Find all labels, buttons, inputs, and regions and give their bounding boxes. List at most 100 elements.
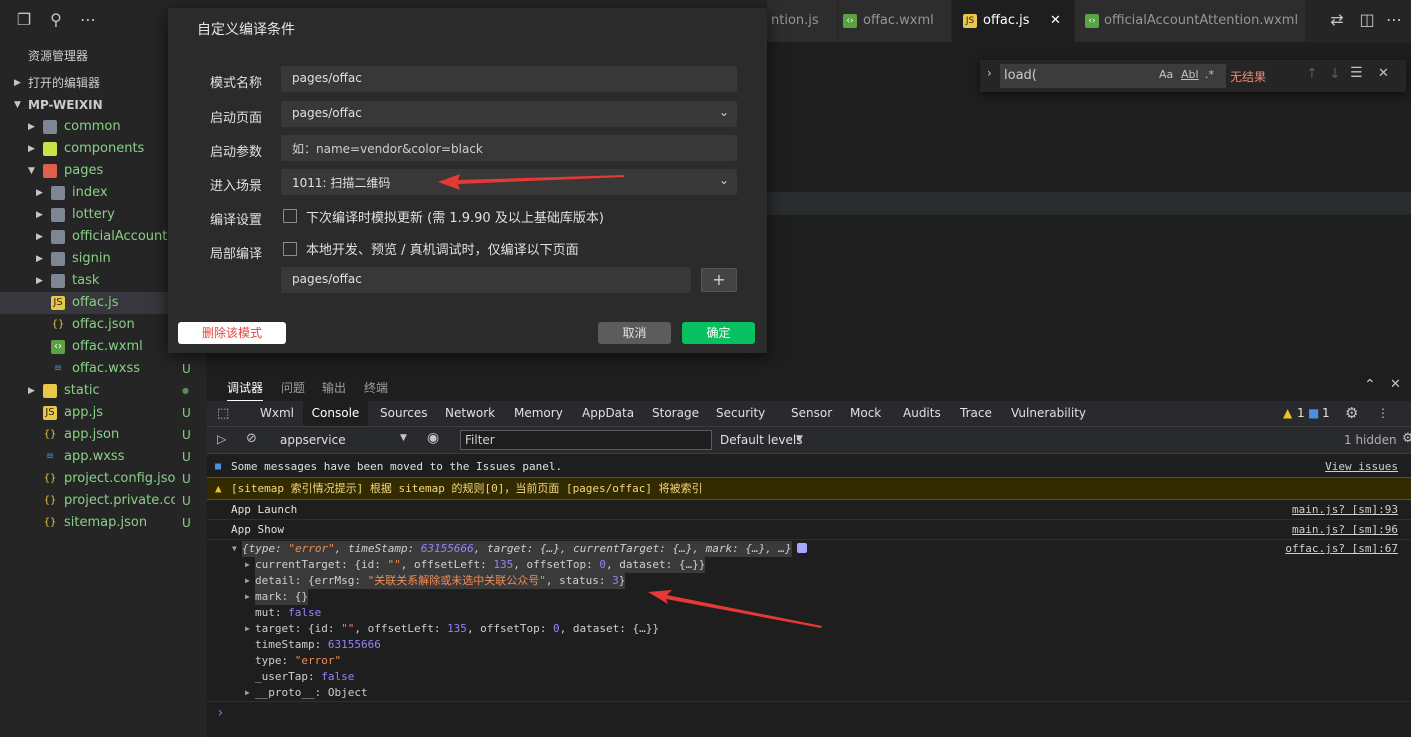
tab-notion-js[interactable]: ntion.js [767, 0, 838, 42]
cancel-button[interactable]: 取消 [598, 322, 671, 344]
close-icon[interactable]: ✕ [1390, 377, 1401, 392]
wxss-file-icon: ≡ [45, 451, 55, 462]
tab-memory[interactable]: Memory [514, 401, 563, 426]
tab-problems[interactable]: 问题 [281, 379, 305, 396]
close-icon[interactable]: ✕ [1378, 66, 1389, 81]
regex-icon[interactable]: .* [1205, 68, 1214, 81]
tab-console[interactable]: Console [303, 401, 368, 426]
warning-icon[interactable]: ▲ [1283, 401, 1292, 426]
tab-storage[interactable]: Storage [652, 401, 699, 426]
delete-mode-button[interactable]: 删除该模式 [178, 322, 286, 344]
tree-item-app-json[interactable]: {} app.json U [0, 424, 207, 446]
chevron-right-icon[interactable]: › [987, 66, 992, 80]
tab-appdata[interactable]: AppData [582, 401, 634, 426]
tree-item-label: officialAccount... [72, 229, 175, 244]
sidebar-toggle-icon[interactable]: ▷ [217, 432, 226, 446]
tab-sensor[interactable]: Sensor [791, 401, 832, 426]
source-link[interactable]: offac.js? [sm]:67 [1285, 541, 1398, 557]
partial-compile-checkbox[interactable] [283, 242, 297, 256]
tab-mock[interactable]: Mock [850, 401, 881, 426]
console-toolbar: ▷ ⊘ appservice ▼ ◉ Filter Default levels… [207, 427, 1411, 454]
tree-item-static[interactable]: ▶ static ● [0, 380, 207, 402]
message-count[interactable]: 1 [1322, 401, 1330, 426]
tree-item-offac-wxss[interactable]: ≡ offac.wxss U [0, 358, 207, 380]
explorer-icon[interactable]: ❐ [14, 10, 34, 30]
expand-arrow-icon[interactable]: ▼ [232, 541, 237, 557]
match-case-icon[interactable]: Aa [1159, 68, 1173, 81]
expand-arrow-icon[interactable]: ▶ [245, 589, 250, 605]
close-icon[interactable]: ✕ [1050, 0, 1061, 42]
warning-count[interactable]: 1 [1297, 401, 1305, 426]
add-page-button[interactable]: + [701, 268, 737, 292]
tab-wxml[interactable]: Wxml [260, 401, 294, 426]
tab-network[interactable]: Network [445, 401, 495, 426]
chevron-right-icon: ▶ [36, 276, 43, 286]
tab-debugger[interactable]: 调试器 [227, 379, 264, 401]
log-levels-select[interactable]: Default levels [720, 433, 802, 447]
message-icon[interactable]: ■ [1308, 401, 1319, 426]
expand-arrow-icon[interactable]: ▶ [245, 557, 250, 573]
tree-item-sitemap-json[interactable]: {} sitemap.json U [0, 512, 207, 534]
more-icon[interactable]: ⋯ [78, 10, 98, 30]
search-icon[interactable]: ⚲ [46, 10, 66, 30]
compare-icon[interactable]: ⇄ [1327, 10, 1347, 30]
tree-item-label: offac.json [72, 317, 135, 332]
clear-console-icon[interactable]: ⊘ [246, 431, 257, 446]
gear-icon[interactable]: ⚙ [1345, 401, 1358, 426]
arrow-up-icon[interactable]: ↑ [1306, 66, 1318, 82]
start-page-select[interactable]: pages/offac ⌄ [281, 101, 737, 127]
tab-security[interactable]: Security [716, 401, 765, 426]
arrow-down-icon[interactable]: ↓ [1329, 66, 1341, 82]
folder-icon [51, 230, 65, 244]
tab-output[interactable]: 输出 [322, 379, 346, 396]
find-in-selection-icon[interactable]: ☰ [1350, 65, 1363, 81]
launch-params-input[interactable]: 如：name=vendor&color=black [281, 135, 737, 161]
console-prompt[interactable]: › [207, 704, 1411, 722]
git-status-badge: U [182, 362, 191, 376]
context-select[interactable]: appservice [280, 433, 346, 447]
tab-trace[interactable]: Trace [960, 401, 992, 426]
simulate-update-checkbox[interactable] [283, 209, 297, 223]
more-vertical-icon[interactable]: ⋮ [1377, 401, 1389, 426]
tab-vulnerability[interactable]: Vulnerability [1011, 401, 1086, 426]
tree-item-label: sitemap.json [64, 515, 148, 530]
more-actions-icon[interactable]: ⋯ [1384, 10, 1404, 30]
folder-icon [43, 384, 57, 398]
confirm-button[interactable]: 确定 [682, 322, 755, 344]
launch-params-label: 启动参数 [210, 145, 263, 160]
expand-arrow-icon[interactable]: ▶ [245, 621, 250, 637]
tab-audits[interactable]: Audits [903, 401, 941, 426]
tree-item-project-private-co[interactable]: {} project.private.co... U [0, 490, 207, 512]
object-prop-proto[interactable]: ▶ __proto__: Object [207, 685, 1411, 702]
filter-input[interactable]: Filter [460, 430, 712, 450]
whole-word-icon[interactable]: Abl [1181, 68, 1199, 81]
tree-item-project-config-json[interactable]: {} project.config.json U [0, 468, 207, 490]
object-prop-current-target[interactable]: ▶ currentTarget: {id: "", offsetLeft: 13… [207, 557, 1411, 573]
chevron-up-icon[interactable]: ⌃ [1364, 377, 1376, 393]
view-issues-link[interactable]: View issues [1325, 458, 1398, 476]
partial-page-input[interactable]: pages/offac [281, 267, 691, 293]
source-link[interactable]: main.js? [sm]:93 [1292, 500, 1398, 519]
eye-icon[interactable]: ◉ [427, 430, 439, 446]
console-object-summary[interactable]: ▼ {type: "error", timeStamp: 63155666, t… [207, 541, 1411, 557]
expand-arrow-icon[interactable]: ▶ [245, 685, 250, 701]
source-link[interactable]: main.js? [sm]:96 [1292, 520, 1398, 539]
expand-arrow-icon[interactable]: ▶ [245, 573, 250, 589]
tree-item-app-wxss[interactable]: ≡ app.wxss U [0, 446, 207, 468]
tab-sources[interactable]: Sources [380, 401, 427, 426]
console-warning-line: ▲ [sitemap 索引情况提示] 根据 sitemap 的规则[0]，当前页… [207, 477, 1411, 500]
tab-offac-wxml[interactable]: ‹› offac.wxml [838, 0, 952, 42]
inspect-element-icon[interactable]: ⬚ [217, 401, 229, 426]
json-file-icon: {} [43, 495, 57, 506]
tab-terminal[interactable]: 终端 [364, 379, 388, 396]
tree-item-app-js[interactable]: JS app.js U [0, 402, 207, 424]
find-input[interactable]: load( Aa Abl .* [1000, 64, 1226, 88]
tab-official-account-wxml[interactable]: ‹› officialAccountAttention.wxml [1075, 0, 1306, 42]
panel-tabs: 调试器 问题 输出 终端 ⌃ ✕ [207, 371, 1411, 401]
folder-icon [43, 164, 57, 178]
gear-icon[interactable]: ⚙ [1402, 431, 1411, 446]
mode-name-input[interactable]: pages/offac [281, 66, 737, 92]
tab-offac-js[interactable]: JS offac.js ✕ [952, 0, 1075, 42]
split-editor-icon[interactable]: ◫ [1357, 10, 1377, 30]
start-page-label: 启动页面 [210, 111, 263, 126]
